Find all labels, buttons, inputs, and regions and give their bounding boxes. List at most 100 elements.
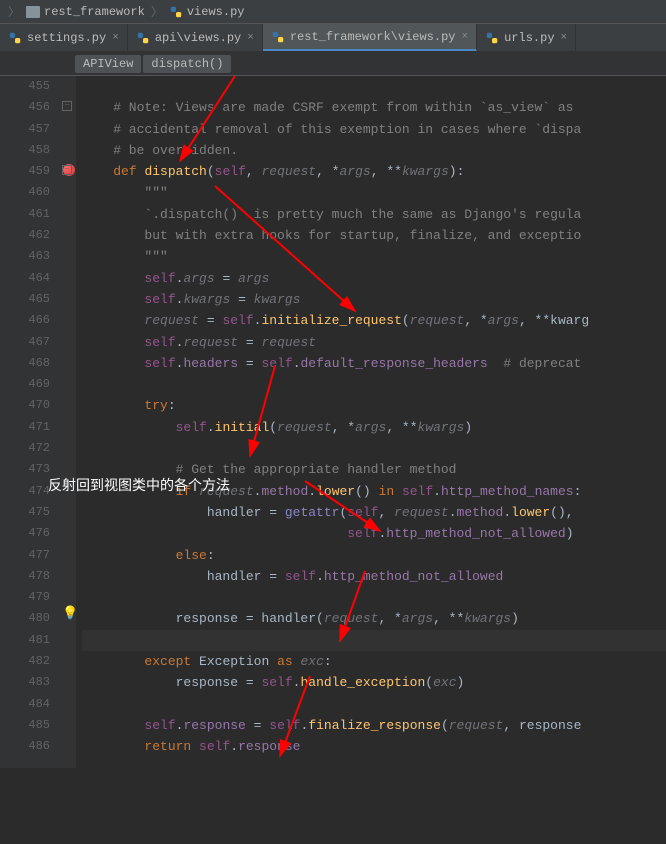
line-number: 479 xyxy=(0,587,50,608)
code-line[interactable] xyxy=(82,374,666,395)
tab-settings[interactable]: settings.py × xyxy=(0,24,128,51)
line-number: 484 xyxy=(0,694,50,715)
python-file-icon xyxy=(136,31,150,45)
context-bar: APIView dispatch() xyxy=(0,52,666,76)
code-line[interactable]: handler = getattr(self, request.method.l… xyxy=(82,502,666,523)
code-line[interactable]: `.dispatch()` is pretty much the same as… xyxy=(82,204,666,225)
line-number: 460 xyxy=(0,182,50,203)
code-line[interactable]: response = handler(request, *args, **kwa… xyxy=(82,608,666,629)
line-number: 475 xyxy=(0,502,50,523)
code-line[interactable]: response = self.handle_exception(exc) xyxy=(82,672,666,693)
code-line[interactable] xyxy=(82,76,666,97)
line-number: 474 xyxy=(0,481,50,502)
code-line[interactable]: # Get the appropriate handler method xyxy=(82,459,666,480)
breadcrumb-file[interactable]: views.py xyxy=(165,5,249,19)
fold-marker-icon[interactable]: − xyxy=(62,165,72,175)
code-line[interactable]: self.kwargs = kwargs xyxy=(82,289,666,310)
line-number: 477 xyxy=(0,545,50,566)
tab-rest-framework-views[interactable]: rest_framework\views.py × xyxy=(263,24,477,51)
code-line[interactable]: # Note: Views are made CSRF exempt from … xyxy=(82,97,666,118)
chevron-right-icon: 〉 xyxy=(8,3,20,20)
line-number: 486 xyxy=(0,736,50,757)
line-number: 466 xyxy=(0,310,50,331)
code-line[interactable]: """ xyxy=(82,182,666,203)
context-method[interactable]: dispatch() xyxy=(143,55,231,73)
line-number: 478 xyxy=(0,566,50,587)
code-line[interactable] xyxy=(82,587,666,608)
line-number: 469 xyxy=(0,374,50,395)
line-number-gutter: 4554564574584594604614624634644654664674… xyxy=(0,76,60,768)
line-number: 473 xyxy=(0,459,50,480)
code-area[interactable]: # Note: Views are made CSRF exempt from … xyxy=(76,76,666,768)
line-number: 470 xyxy=(0,395,50,416)
chevron-right-icon: 〉 xyxy=(151,3,163,20)
code-line[interactable]: """ xyxy=(82,246,666,267)
code-line[interactable] xyxy=(82,438,666,459)
lightbulb-icon[interactable]: 💡 xyxy=(62,606,78,621)
code-line[interactable] xyxy=(82,630,666,651)
code-line[interactable]: self.request = request xyxy=(82,332,666,353)
close-icon[interactable]: × xyxy=(561,32,568,44)
tab-label: rest_framework\views.py xyxy=(290,30,456,44)
code-line[interactable]: self.headers = self.default_response_hea… xyxy=(82,353,666,374)
editor-tabs: settings.py × api\views.py × rest_framew… xyxy=(0,24,666,52)
python-file-icon xyxy=(485,31,499,45)
code-line[interactable]: return self.response xyxy=(82,736,666,757)
tab-api-views[interactable]: api\views.py × xyxy=(128,24,263,51)
breadcrumb-folder-label: rest_framework xyxy=(44,5,145,19)
code-line[interactable]: else: xyxy=(82,545,666,566)
line-number: 464 xyxy=(0,268,50,289)
code-line[interactable]: self.http_method_not_allowed) xyxy=(82,523,666,544)
python-file-icon xyxy=(169,5,183,19)
fold-marker-icon[interactable]: − xyxy=(62,101,72,111)
code-line[interactable]: if request.method.lower() in self.http_m… xyxy=(82,481,666,502)
code-line[interactable]: request = self.initialize_request(reques… xyxy=(82,310,666,331)
code-line[interactable]: handler = self.http_method_not_allowed xyxy=(82,566,666,587)
code-line[interactable]: self.initial(request, *args, **kwargs) xyxy=(82,417,666,438)
line-number: 463 xyxy=(0,246,50,267)
python-file-icon xyxy=(271,30,285,44)
line-number: 485 xyxy=(0,715,50,736)
code-line[interactable]: try: xyxy=(82,395,666,416)
tab-label: api\views.py xyxy=(155,31,241,45)
tab-urls[interactable]: urls.py × xyxy=(477,24,576,51)
code-line[interactable]: self.args = args xyxy=(82,268,666,289)
context-class[interactable]: APIView xyxy=(75,55,141,73)
line-number: 457 xyxy=(0,119,50,140)
line-number: 471 xyxy=(0,417,50,438)
code-line[interactable]: except Exception as exc: xyxy=(82,651,666,672)
breadcrumb-bar: 〉 rest_framework 〉 views.py xyxy=(0,0,666,24)
line-number: 462 xyxy=(0,225,50,246)
code-line[interactable]: # be overridden. xyxy=(82,140,666,161)
fold-column: − − 💡 xyxy=(60,76,76,768)
code-line[interactable] xyxy=(82,694,666,715)
line-number: 467 xyxy=(0,332,50,353)
line-number: 468 xyxy=(0,353,50,374)
line-number: 483 xyxy=(0,672,50,693)
close-icon[interactable]: × xyxy=(112,32,119,44)
line-number: 482 xyxy=(0,651,50,672)
line-number: 455 xyxy=(0,76,50,97)
line-number: 465 xyxy=(0,289,50,310)
line-number: 456 xyxy=(0,97,50,118)
line-number: 476 xyxy=(0,523,50,544)
folder-icon xyxy=(26,6,40,18)
code-line[interactable]: self.response = self.finalize_response(r… xyxy=(82,715,666,736)
line-number: 480 xyxy=(0,608,50,629)
line-number: 458 xyxy=(0,140,50,161)
tab-label: urls.py xyxy=(504,31,554,45)
tab-label: settings.py xyxy=(27,31,106,45)
close-icon[interactable]: × xyxy=(462,31,469,43)
line-number: 472 xyxy=(0,438,50,459)
code-line[interactable]: but with extra hooks for startup, finali… xyxy=(82,225,666,246)
code-line[interactable]: # accidental removal of this exemption i… xyxy=(82,119,666,140)
breadcrumb-file-label: views.py xyxy=(187,5,245,19)
close-icon[interactable]: × xyxy=(247,32,254,44)
code-editor[interactable]: 4554564574584594604614624634644654664674… xyxy=(0,76,666,768)
line-number: 459 xyxy=(0,161,50,182)
breadcrumb-folder[interactable]: rest_framework xyxy=(22,5,149,19)
line-number: 481 xyxy=(0,630,50,651)
python-file-icon xyxy=(8,31,22,45)
code-line[interactable]: def dispatch(self, request, *args, **kwa… xyxy=(82,161,666,182)
line-number: 461 xyxy=(0,204,50,225)
